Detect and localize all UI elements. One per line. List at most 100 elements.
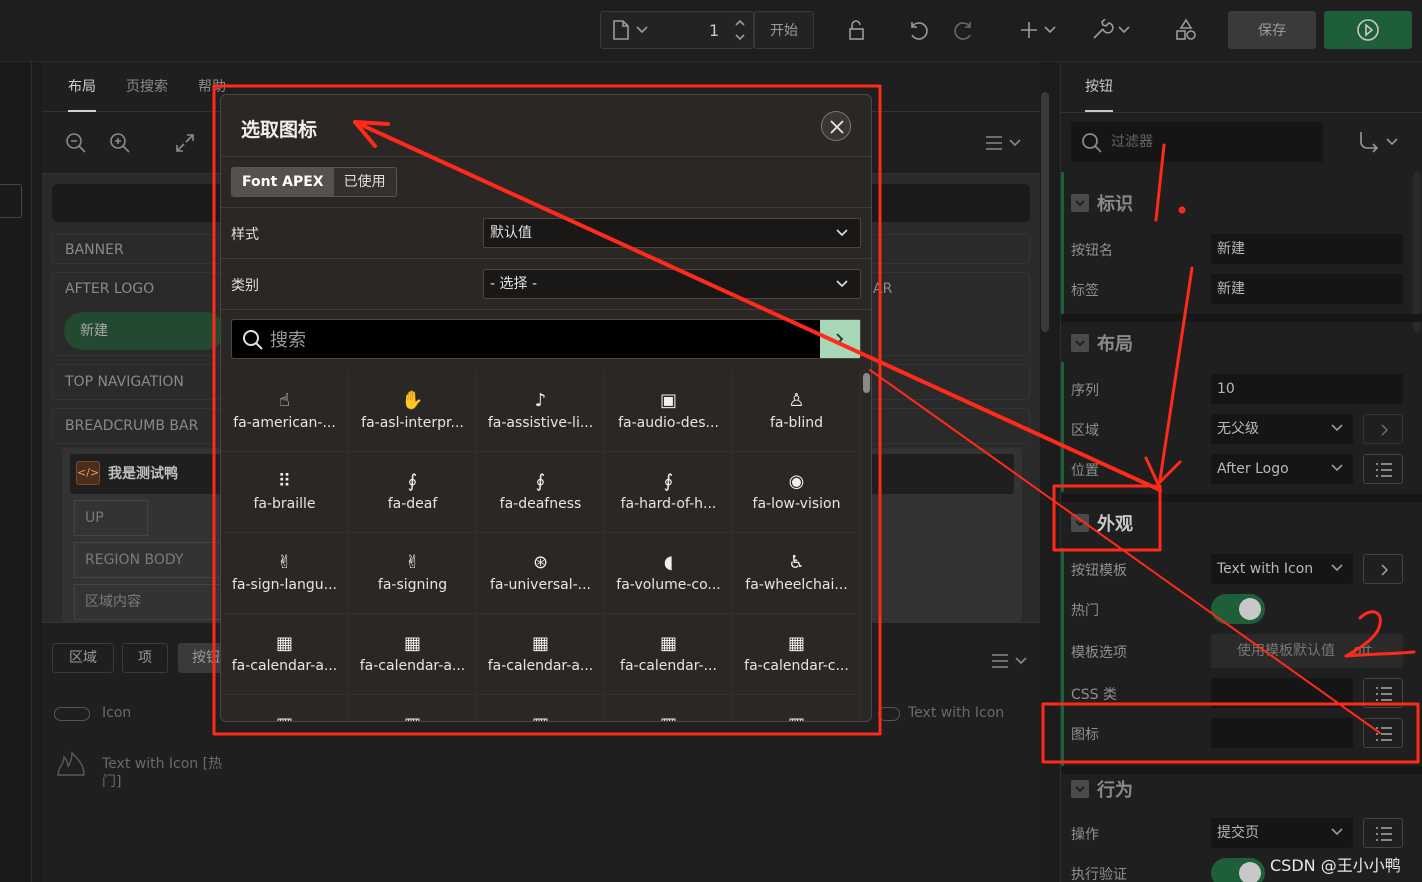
stepper-icon[interactable] xyxy=(733,15,747,45)
icon-picker-button[interactable] xyxy=(1363,718,1403,748)
icon-tile[interactable]: ◖ fa-volume-co... xyxy=(605,533,733,614)
icon-tile[interactable]: ☝ fa-american-... xyxy=(221,371,349,452)
expand-icon[interactable] xyxy=(174,132,196,154)
position-select[interactable]: After Logo xyxy=(1211,454,1353,484)
icon-field[interactable] xyxy=(1211,718,1353,748)
sequence-field[interactable]: 10 xyxy=(1211,374,1403,404)
tab-font-apex[interactable]: Font APEX xyxy=(232,168,334,196)
icon-grid-scrollbar[interactable] xyxy=(862,371,871,721)
center-scrollbar-track[interactable] xyxy=(1040,62,1050,882)
section-layout[interactable]: 布局 xyxy=(1071,330,1133,356)
icon-search-input[interactable] xyxy=(270,326,810,354)
icon-tile[interactable]: ▦ xyxy=(349,695,477,721)
action-select[interactable]: 提交页 xyxy=(1211,818,1353,848)
tab-button[interactable]: 按钮 xyxy=(1085,62,1113,112)
page-selector[interactable]: 1 xyxy=(600,11,754,49)
icon-tile[interactable]: ∮ fa-deafness xyxy=(477,452,605,533)
button-template-select[interactable]: Text with Icon xyxy=(1211,554,1353,584)
label-field[interactable]: 新建 xyxy=(1211,274,1403,304)
icon-tile[interactable]: ∮ fa-deaf xyxy=(349,452,477,533)
icon-tile[interactable]: ▦ fa-calendar-a... xyxy=(349,614,477,695)
run-button[interactable] xyxy=(1324,11,1412,49)
section-identification[interactable]: 标识 xyxy=(1071,190,1133,216)
icon-tile[interactable]: ▦ fa-calendar-... xyxy=(605,614,733,695)
go-to-group-icon[interactable] xyxy=(1357,130,1401,154)
right-scrollbar[interactable] xyxy=(1413,172,1421,332)
style-select[interactable]: 默认值 xyxy=(483,218,861,248)
icon-tile[interactable]: ◉ fa-low-vision xyxy=(733,452,861,533)
button-template-go-button[interactable] xyxy=(1363,554,1403,584)
icon-tile[interactable]: ♪ fa-assistive-li... xyxy=(477,371,605,452)
filter-input[interactable]: 过滤器 xyxy=(1071,122,1323,162)
chevron-right-icon xyxy=(1381,424,1388,436)
icon-tile[interactable]: ▦ xyxy=(477,695,605,721)
icon-template-preview xyxy=(54,707,90,721)
hot-toggle[interactable] xyxy=(1211,594,1265,624)
template-options-button[interactable]: 使用模板默认值 oft xyxy=(1211,634,1403,668)
icon-tile[interactable]: ♙ fa-blind xyxy=(733,371,861,452)
zoom-in-icon[interactable] xyxy=(108,131,132,155)
gallery-tab-regions[interactable]: 区域 xyxy=(52,643,114,673)
shared-components-button[interactable] xyxy=(1166,11,1206,49)
icon-tile[interactable]: ▦ fa-calendar-a... xyxy=(221,614,349,695)
region-up[interactable]: UP xyxy=(74,500,148,536)
redo-button[interactable] xyxy=(944,11,984,49)
undo-button[interactable] xyxy=(898,11,938,49)
search-submit-button[interactable] xyxy=(820,320,860,358)
region-select[interactable]: 无父级 xyxy=(1211,414,1353,444)
tab-used[interactable]: 已使用 xyxy=(333,168,396,196)
icon-tile[interactable]: ▦ xyxy=(221,695,349,721)
icon-tile[interactable]: ▦ fa-calendar-c... xyxy=(733,614,861,695)
text-with-icon-template-label[interactable]: Text with Icon xyxy=(908,705,1004,721)
icon-tile[interactable]: ∮ fa-hard-of-h... xyxy=(605,452,733,533)
button-name-field[interactable]: 新建 xyxy=(1211,234,1403,264)
section-layout-label: 布局 xyxy=(1097,334,1133,355)
start-button[interactable]: 开始 xyxy=(754,11,814,49)
icon-tile[interactable]: ▦ xyxy=(733,695,861,721)
icon-tile[interactable]: ▦ fa-calendar-a... xyxy=(477,614,605,695)
button-template-label: 按钮模板 xyxy=(1071,563,1127,579)
gallery-menu-icon[interactable] xyxy=(990,651,1030,671)
icon-tile[interactable]: ⊛ fa-universal-... xyxy=(477,533,605,614)
chevron-down-icon xyxy=(836,229,848,237)
icon-tile[interactable]: ✌ fa-sign-langu... xyxy=(221,533,349,614)
chevron-down-icon xyxy=(1331,828,1343,836)
region-breadcrumb-bar-label: BREADCRUMB BAR xyxy=(65,418,199,434)
lock-button[interactable] xyxy=(836,11,876,49)
utilities-button[interactable] xyxy=(1086,11,1136,49)
icon-tile[interactable]: ♿ fa-wheelchai... xyxy=(733,533,861,614)
expand-left-panel-button[interactable] xyxy=(0,184,22,218)
position-list-button[interactable] xyxy=(1363,454,1403,484)
save-button[interactable]: 保存 xyxy=(1228,11,1316,49)
gallery-tab-items[interactable]: 项 xyxy=(122,643,168,673)
action-list-button[interactable] xyxy=(1363,818,1403,848)
lock-icon xyxy=(849,20,864,40)
css-classes-field[interactable] xyxy=(1211,678,1353,708)
section-appearance[interactable]: 外观 xyxy=(1071,510,1133,536)
menu-icon[interactable] xyxy=(984,133,1024,153)
divider xyxy=(1061,112,1422,113)
icon-template-label[interactable]: Icon xyxy=(102,705,131,721)
icon-tile[interactable]: ✌ fa-signing xyxy=(349,533,477,614)
icon-tile-glyph: ✋ xyxy=(401,390,424,411)
region-go-button[interactable] xyxy=(1363,414,1403,444)
icon-picker-dialog: 选取图标 Font APEX 已使用 样式 默认值 类别 - 选择 - ☝ fa-… xyxy=(220,94,872,722)
icon-tile[interactable]: ⠿ fa-braille xyxy=(221,452,349,533)
new-button-preview[interactable]: 新建 xyxy=(64,312,224,350)
close-button[interactable] xyxy=(821,111,851,141)
icon-tile[interactable]: ✋ fa-asl-interpr... xyxy=(349,371,477,452)
icon-tile-name: fa-hard-of-h... xyxy=(620,496,717,512)
center-scrollbar-thumb[interactable] xyxy=(1041,92,1049,332)
icon-tile[interactable]: ▣ fa-audio-des... xyxy=(605,371,733,452)
tab-layout[interactable]: 布局 xyxy=(68,62,96,112)
category-select[interactable]: - 选择 - xyxy=(483,269,861,299)
tab-page-search[interactable]: 页搜索 xyxy=(126,62,168,112)
hot-text-with-icon-template-label[interactable]: Text with Icon [热门] xyxy=(102,755,230,791)
icon-tile[interactable]: ▦ xyxy=(605,695,733,721)
chevron-right-icon xyxy=(836,333,844,345)
zoom-out-icon[interactable] xyxy=(64,131,88,155)
execute-validation-toggle[interactable] xyxy=(1211,858,1265,882)
add-button[interactable] xyxy=(1014,11,1064,49)
css-classes-list-button[interactable] xyxy=(1363,678,1403,708)
section-behavior[interactable]: 行为 xyxy=(1071,776,1133,802)
